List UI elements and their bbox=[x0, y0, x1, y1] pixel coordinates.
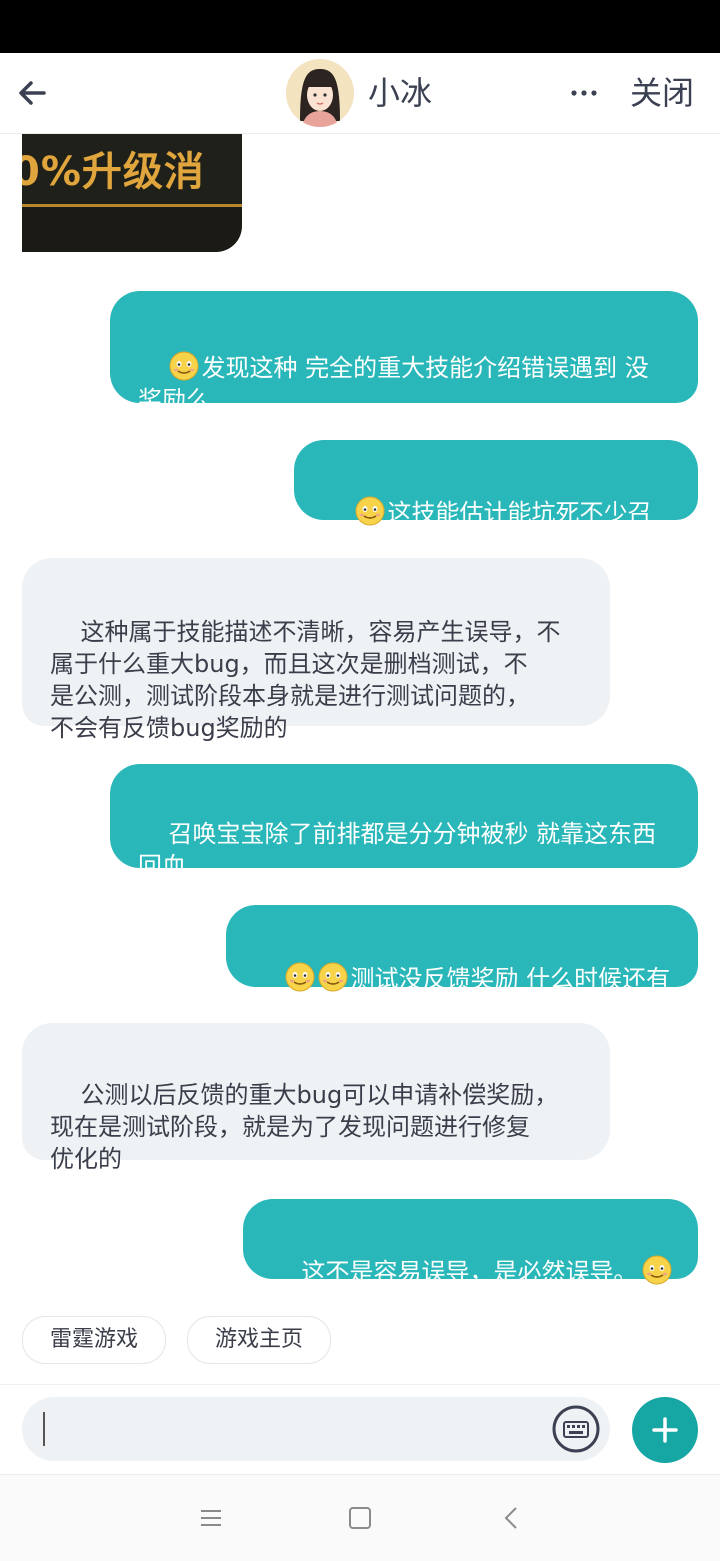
nav-back-button[interactable] bbox=[497, 1503, 527, 1533]
chat-header: 小冰 关闭 bbox=[0, 53, 720, 134]
back-arrow-icon bbox=[19, 81, 46, 105]
status-bar bbox=[0, 0, 720, 53]
quick-reply-chip[interactable]: 游戏主页 bbox=[187, 1316, 331, 1364]
back-button[interactable] bbox=[14, 73, 54, 113]
message-text: 这种属于技能描述不清晰，容易产生误导，不 属于什么重大bug，而且这次是删档测试… bbox=[50, 618, 561, 742]
avatar[interactable] bbox=[286, 59, 354, 127]
incoming-message: 这种属于技能描述不清晰，容易产生误导，不 属于什么重大bug，而且这次是删档测试… bbox=[22, 558, 610, 742]
message-text: 召唤宝宝除了前排都是分分钟被秒 就靠这东西 回血 bbox=[138, 820, 657, 880]
back-chevron-icon bbox=[504, 1507, 517, 1529]
outgoing-message: 召唤宝宝除了前排都是分分钟被秒 就靠这东西 回血 bbox=[110, 764, 698, 880]
smile-emoji-icon bbox=[169, 351, 199, 381]
smile-emoji-icon bbox=[285, 962, 315, 992]
smile-emoji-icon bbox=[318, 962, 348, 992]
smile-emoji-icon bbox=[642, 1255, 672, 1285]
message-list: 0%升级消 发现这种 完全的重大技能介绍错误遇到 没 奖励么 这技能估计能坑死不… bbox=[0, 134, 720, 1382]
smile-emoji-icon bbox=[355, 496, 385, 526]
outgoing-message: 这技能估计能坑死不少召唤 bbox=[294, 440, 698, 559]
outgoing-message: 这不是容易误导，是必然误导。 bbox=[243, 1199, 698, 1286]
text-cursor bbox=[43, 1412, 45, 1446]
more-button[interactable] bbox=[566, 75, 606, 111]
message-text: 测试没反馈奖励 什么时候还有 bbox=[350, 965, 671, 993]
outgoing-message: 发现这种 完全的重大技能介绍错误遇到 没 奖励么 bbox=[110, 291, 698, 414]
system-nav-bar bbox=[0, 1474, 720, 1561]
keyboard-button[interactable] bbox=[552, 1405, 600, 1453]
page-title: 小冰 bbox=[368, 74, 433, 112]
message-text: 公测以后反馈的重大bug可以申请补偿奖励， 现在是测试阶段，就是为了发现问题进行… bbox=[50, 1081, 559, 1173]
more-icon bbox=[571, 90, 597, 96]
keyboard-icon bbox=[552, 1405, 600, 1453]
outgoing-message: 测试没反馈奖励 什么时候还有 bbox=[226, 905, 698, 993]
home-square-icon bbox=[349, 1507, 371, 1529]
add-button[interactable] bbox=[632, 1397, 698, 1463]
plus-icon bbox=[652, 1417, 678, 1443]
image-text: 0%升级消 bbox=[22, 149, 205, 195]
quick-reply-chip[interactable]: 雷霆游戏 bbox=[22, 1316, 166, 1364]
incoming-message: 公测以后反馈的重大bug可以申请补偿奖励， 现在是测试阶段，就是为了发现问题进行… bbox=[22, 1023, 610, 1173]
nav-home-button[interactable] bbox=[345, 1503, 375, 1533]
nav-menu-button[interactable] bbox=[196, 1503, 226, 1533]
image-message[interactable]: 0%升级消 bbox=[22, 134, 242, 252]
message-text: 这不是容易误导，是必然误导。 bbox=[301, 1258, 638, 1286]
menu-icon bbox=[201, 1510, 221, 1526]
composer bbox=[0, 1384, 720, 1475]
message-text: 发现这种 完全的重大技能介绍错误遇到 没 奖励么 bbox=[138, 354, 649, 414]
message-input[interactable] bbox=[22, 1397, 610, 1461]
close-button[interactable]: 关闭 bbox=[630, 73, 694, 113]
quick-replies: 雷霆游戏 游戏主页 bbox=[0, 1316, 720, 1366]
